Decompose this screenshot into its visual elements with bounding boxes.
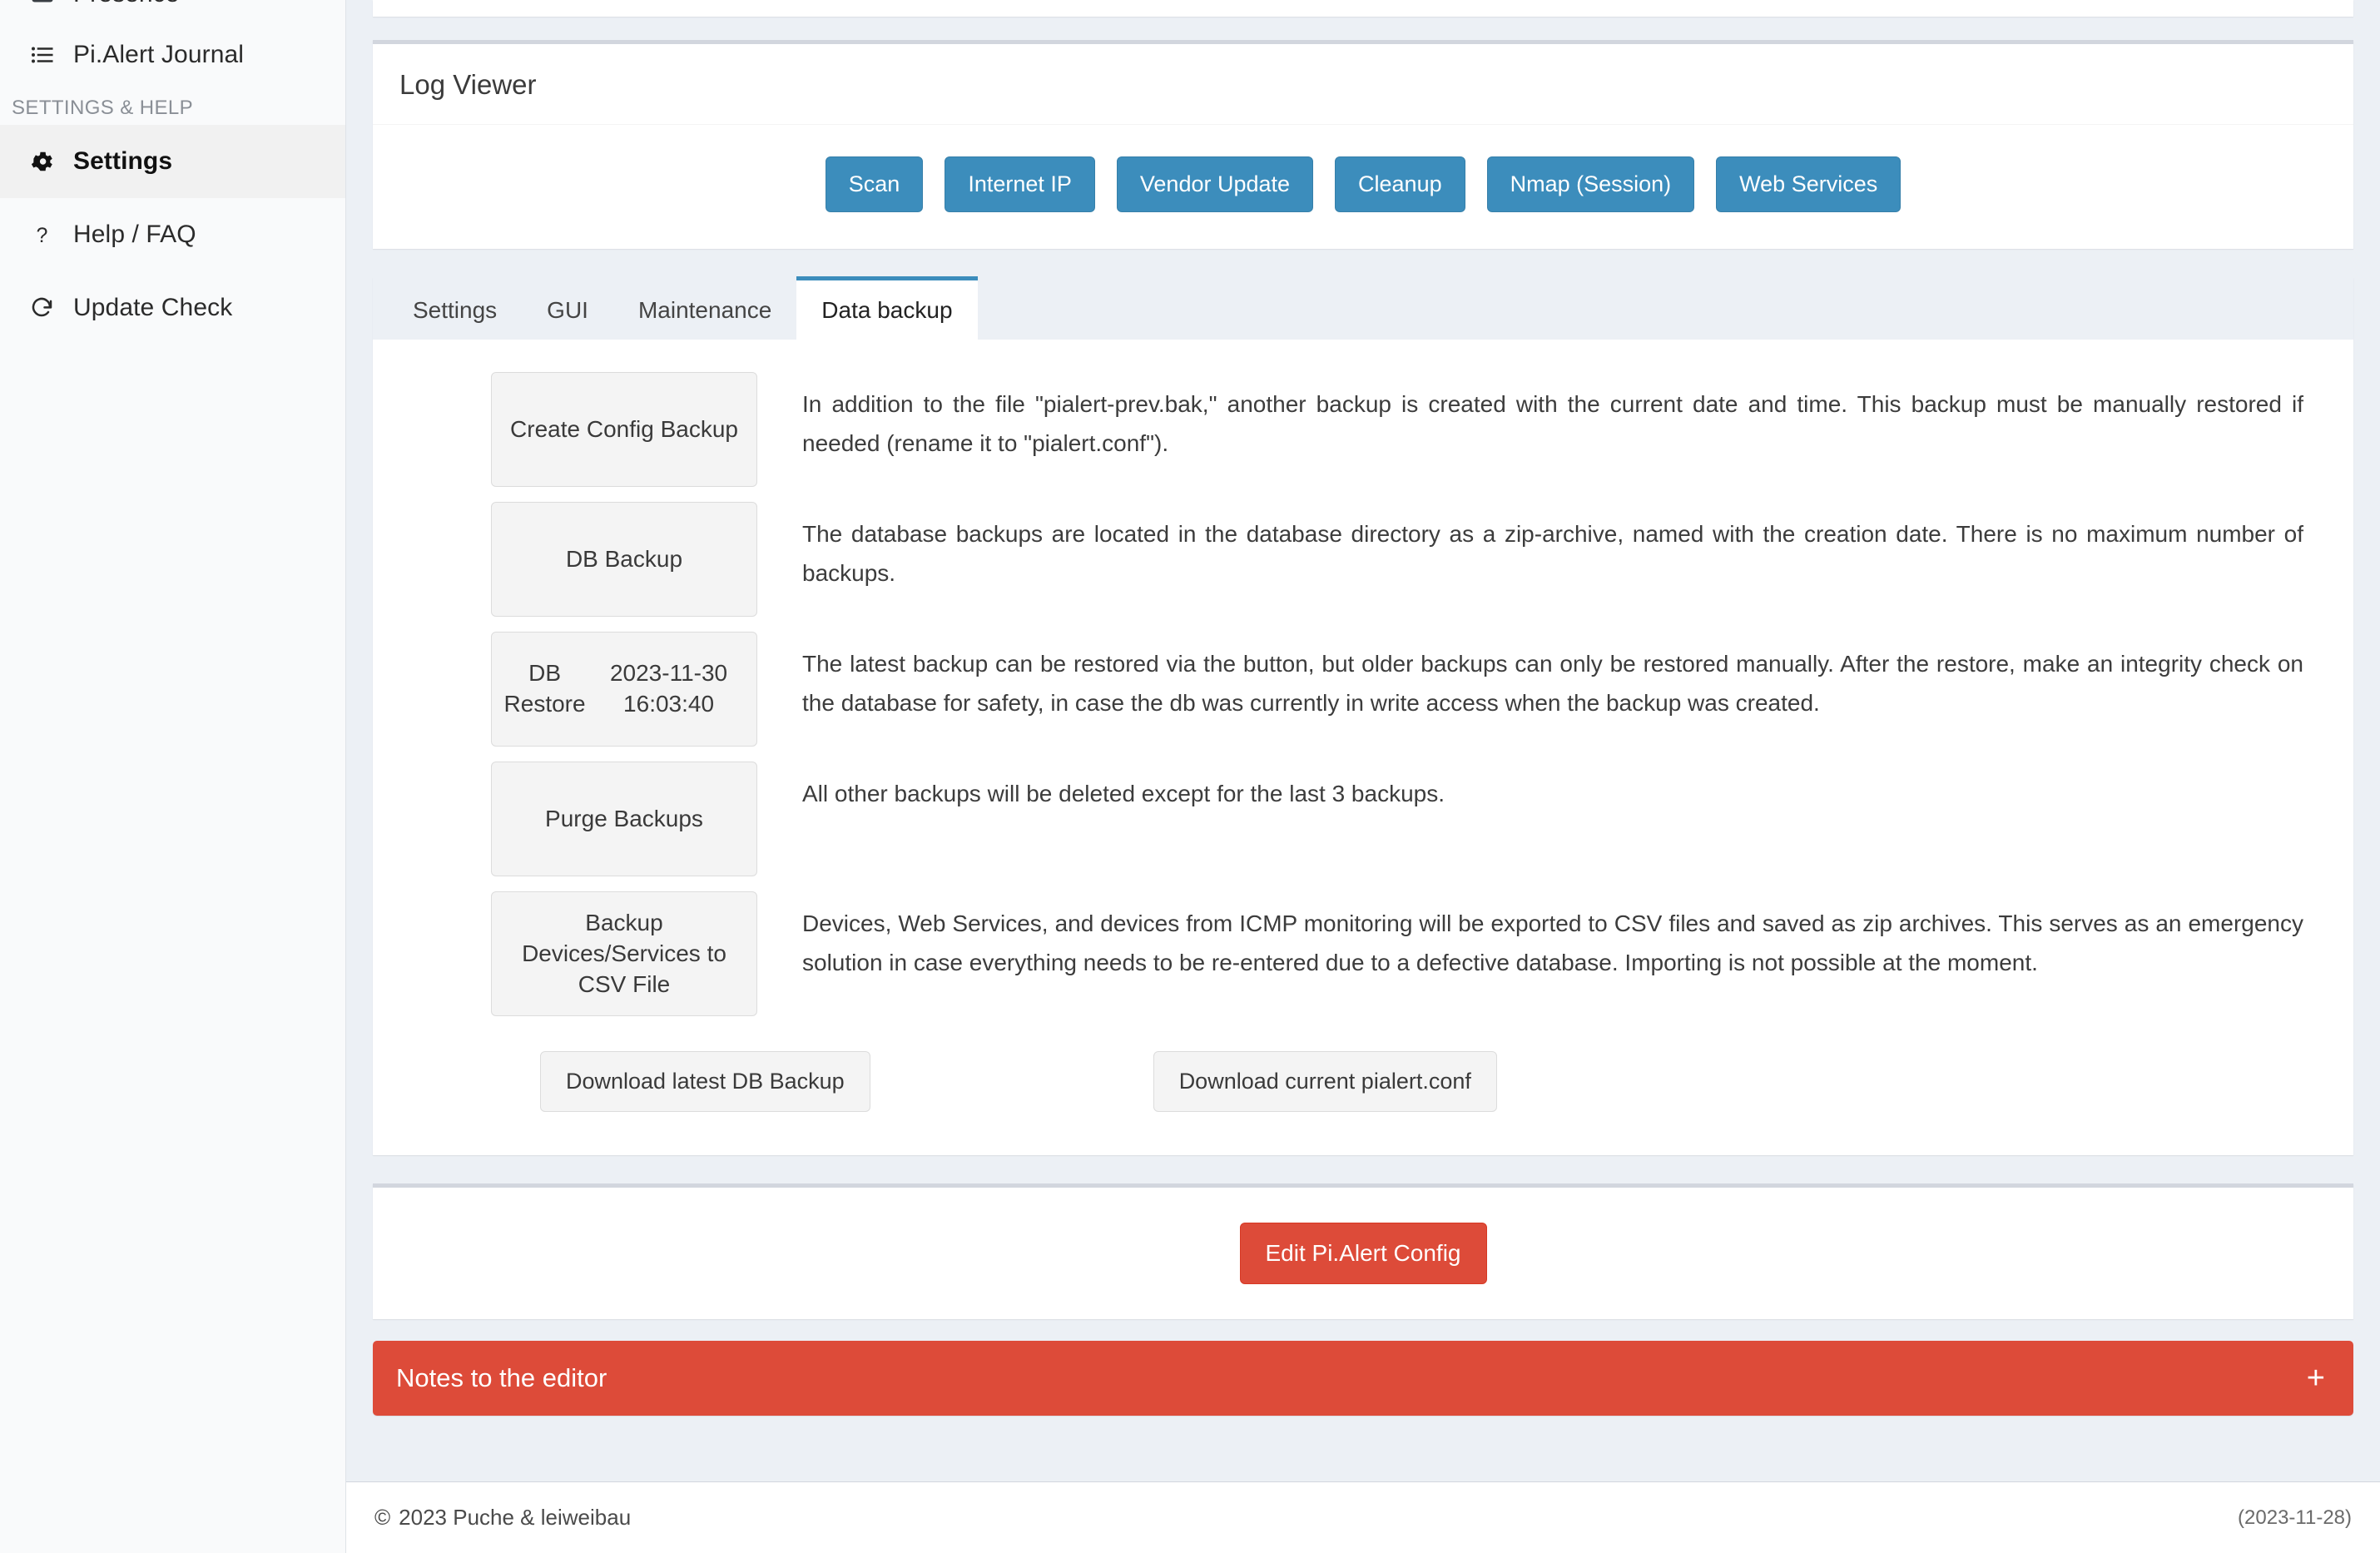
main-content: Log Viewer Scan Internet IP Vendor Updat…: [346, 0, 2380, 1553]
log-viewer-box: Log Viewer Scan Internet IP Vendor Updat…: [373, 40, 2353, 250]
log-button-web-services[interactable]: Web Services: [1716, 156, 1902, 213]
sidebar-item-pialert-journal-label: Pi.Alert Journal: [73, 41, 245, 68]
backup-row-desc-cell: The latest backup can be restored via th…: [757, 632, 2315, 722]
tab-gui[interactable]: GUI: [522, 276, 613, 340]
log-button-internet-ip[interactable]: Internet IP: [945, 156, 1095, 213]
backup-row-desc-cell: All other backups will be deleted except…: [757, 762, 2315, 813]
log-viewer-title: Log Viewer: [399, 69, 537, 100]
backup-row-desc-cell: In addition to the file "pialert-prev.ba…: [757, 372, 2315, 463]
tab-content-data-backup: Create Config Backup In addition to the …: [373, 340, 2353, 1156]
create-config-backup-button[interactable]: Create Config Backup: [491, 372, 757, 488]
db-restore-description: The latest backup can be restored via th…: [802, 651, 2303, 716]
sidebar-item-settings-label: Settings: [73, 147, 173, 175]
gear-icon: [30, 149, 73, 174]
backup-row-desc-cell: Devices, Web Services, and devices from …: [757, 891, 2315, 982]
tab-settings[interactable]: Settings: [388, 276, 522, 340]
backup-row-button-cell: DB Backup: [411, 502, 757, 618]
backup-row-button-cell: Create Config Backup: [411, 372, 757, 488]
tabs-strip: Settings GUI Maintenance Data backup: [373, 276, 2353, 341]
log-viewer-button-row: Scan Internet IP Vendor Update Cleanup N…: [373, 125, 2353, 249]
db-backup-description: The database backups are located in the …: [802, 521, 2303, 586]
sidebar-item-pialert-journal[interactable]: Pi.Alert Journal: [0, 18, 345, 92]
backup-devices-services-csv-button[interactable]: Backup Devices/Services to CSV File: [491, 891, 757, 1017]
notes-to-editor-box[interactable]: Notes to the editor +: [373, 1341, 2353, 1417]
sidebar-item-presence-label: Presence: [73, 0, 180, 8]
download-latest-db-backup-button[interactable]: Download latest DB Backup: [540, 1051, 870, 1113]
sidebar-item-help-faq-label: Help / FAQ: [73, 221, 196, 248]
log-viewer-header: Log Viewer: [373, 44, 2353, 125]
footer-copyright: © 2023 Puche & leiweibau: [374, 1505, 631, 1531]
sidebar-item-update-check[interactable]: Update Check: [0, 271, 345, 345]
presence-icon: [30, 0, 73, 8]
backup-row-db-backup: DB Backup The database backups are locat…: [411, 502, 2315, 618]
log-button-vendor-update[interactable]: Vendor Update: [1116, 156, 1314, 213]
copyright-icon: ©: [374, 1505, 391, 1530]
refresh-icon: [30, 295, 73, 320]
backup-row-button-cell: Backup Devices/Services to CSV File: [411, 891, 757, 1017]
backup-row-button-cell: Purge Backups: [411, 762, 757, 877]
app-root: Presence Pi.Alert Journal SETTINGS & HEL…: [0, 0, 2380, 1553]
footer-version-date: (2023-11-28): [2238, 1506, 2352, 1529]
purge-backups-button[interactable]: Purge Backups: [491, 762, 757, 877]
log-viewer-body: Scan Internet IP Vendor Update Cleanup N…: [373, 125, 2353, 249]
list-icon: [30, 42, 73, 67]
db-restore-button-line1: DB Restore: [503, 660, 586, 717]
tab-maintenance[interactable]: Maintenance: [613, 276, 796, 340]
backup-row-button-cell: DB Restore 2023-11-30 16:03:40: [411, 632, 757, 747]
notes-to-editor-title: Notes to the editor: [396, 1363, 607, 1393]
db-backup-button[interactable]: DB Backup: [491, 502, 757, 618]
download-button-row: Download latest DB Backup Download curre…: [411, 1051, 2315, 1113]
sidebar-item-help-faq[interactable]: ? Help / FAQ: [0, 198, 345, 271]
footer: © 2023 Puche & leiweibau (2023-11-28): [346, 1481, 2380, 1553]
clipped-box-above: [373, 0, 2353, 17]
plus-icon[interactable]: +: [2307, 1362, 2325, 1394]
log-button-nmap-session[interactable]: Nmap (Session): [1486, 156, 1695, 213]
footer-copyright-text: 2023 Puche & leiweibau: [399, 1505, 632, 1530]
csv-export-description: Devices, Web Services, and devices from …: [802, 910, 2303, 975]
backup-row-create-config: Create Config Backup In addition to the …: [411, 372, 2315, 488]
backup-row-desc-cell: The database backups are located in the …: [757, 502, 2315, 593]
log-button-scan[interactable]: Scan: [825, 156, 924, 213]
tab-data-backup[interactable]: Data backup: [796, 276, 978, 340]
db-restore-button[interactable]: DB Restore 2023-11-30 16:03:40: [491, 632, 757, 747]
sidebar-section-header: SETTINGS & HELP: [12, 97, 194, 119]
log-button-cleanup[interactable]: Cleanup: [1335, 156, 1465, 213]
sidebar-item-presence[interactable]: Presence: [0, 0, 345, 18]
create-config-backup-description: In addition to the file "pialert-prev.ba…: [802, 391, 2303, 456]
db-restore-button-timestamp: 2023-11-30 16:03:40: [609, 660, 728, 717]
sidebar-item-settings[interactable]: Settings: [0, 125, 345, 198]
settings-tabs-box: Settings GUI Maintenance Data backup Cre…: [373, 276, 2353, 1156]
svg-text:?: ?: [37, 224, 48, 247]
purge-backups-description: All other backups will be deleted except…: [802, 781, 1445, 807]
edit-config-box: Edit Pi.Alert Config: [373, 1183, 2353, 1320]
backup-row-db-restore: DB Restore 2023-11-30 16:03:40 The lates…: [411, 632, 2315, 747]
question-icon: ?: [30, 222, 73, 247]
content-inner: Log Viewer Scan Internet IP Vendor Updat…: [346, 0, 2380, 1481]
edit-pialert-config-button[interactable]: Edit Pi.Alert Config: [1239, 1223, 1487, 1285]
sidebar-item-update-check-label: Update Check: [73, 294, 233, 321]
sidebar: Presence Pi.Alert Journal SETTINGS & HEL…: [0, 0, 346, 1553]
backup-row-purge-backups: Purge Backups All other backups will be …: [411, 762, 2315, 877]
download-current-pialert-conf-button[interactable]: Download current pialert.conf: [1153, 1051, 1497, 1113]
backup-row-csv-export: Backup Devices/Services to CSV File Devi…: [411, 891, 2315, 1017]
